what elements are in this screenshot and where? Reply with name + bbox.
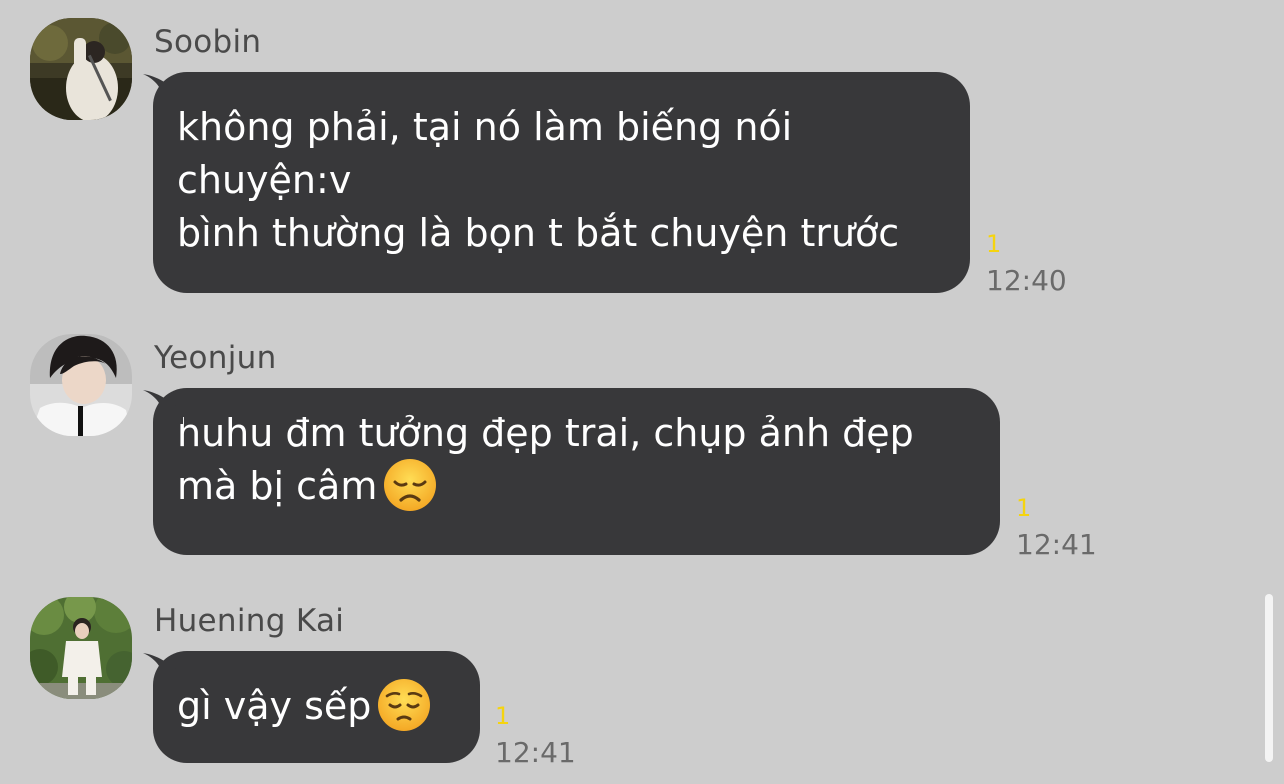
sender-name: Huening Kai [154, 603, 345, 639]
disappointed-face-icon [384, 458, 437, 511]
message-text-line: chuyện:v [177, 158, 352, 202]
pensive-face-icon [378, 678, 431, 731]
message-timestamp: 12:41 [495, 736, 576, 769]
avatar[interactable] [30, 334, 132, 436]
avatar[interactable] [30, 597, 132, 699]
message-bubble[interactable]: gì vậy sếp [143, 651, 480, 763]
message-timestamp: 12:41 [1016, 528, 1097, 561]
bubble-tail [143, 74, 183, 108]
message-text-line: bình thường là bọn t bắt chuyện trước [177, 211, 900, 255]
profile-photo-icon [30, 597, 132, 699]
bubble-tail [143, 653, 183, 687]
message-text: gì vậy sếp [177, 684, 372, 728]
profile-photo-icon [30, 18, 132, 120]
bubble-tail [143, 390, 183, 424]
message-bubble[interactable]: không phải, tại nó làm biếng nói chuyện:… [143, 72, 970, 293]
unread-count: 1 [986, 230, 1002, 258]
sender-name: Soobin [154, 24, 262, 60]
avatar[interactable] [30, 18, 132, 120]
message-bubble[interactable]: huhu đm tưởng đẹp trai, chụp ảnh đẹp mà … [143, 388, 1000, 555]
chat-message-list[interactable]: Soobin không phải, tại nó làm biếng nói … [0, 0, 1284, 784]
message-text-line: không phải, tại nó làm biếng nói [177, 105, 793, 149]
message-text-line: huhu đm tưởng đẹp trai, chụp ảnh đẹp [177, 411, 914, 455]
sender-name: Yeonjun [154, 340, 277, 376]
message-text: mà bị câm [177, 464, 378, 508]
message-text-line: mà bị câm [177, 458, 976, 513]
unread-count: 1 [495, 702, 511, 730]
scrollbar[interactable] [1265, 594, 1273, 762]
message-text-line: gì vậy sếp [177, 678, 456, 733]
message-timestamp: 12:40 [986, 264, 1067, 297]
unread-count: 1 [1016, 494, 1032, 522]
profile-photo-icon [30, 334, 132, 436]
